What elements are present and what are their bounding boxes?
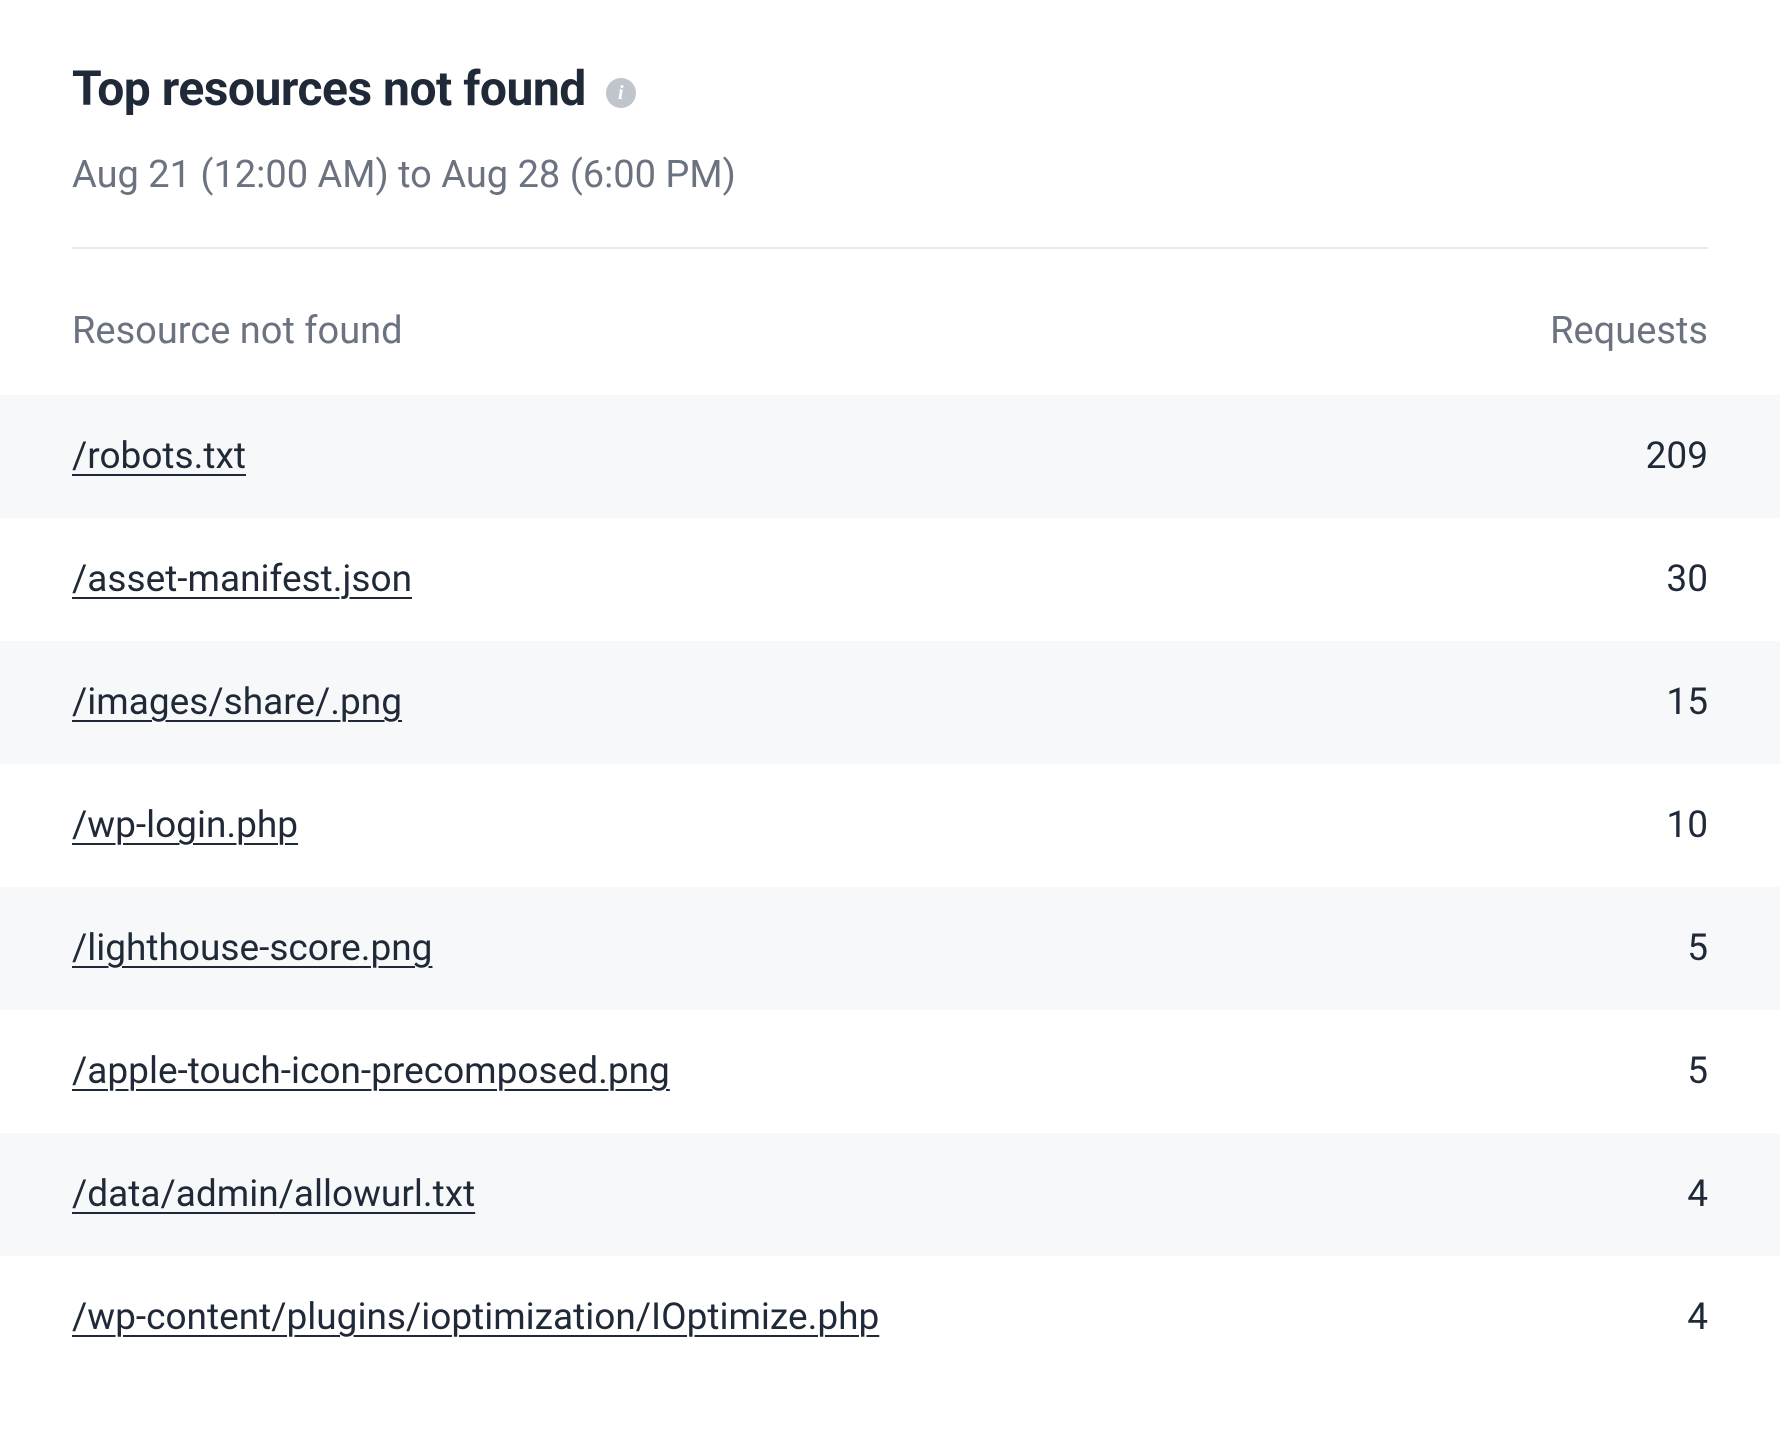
table-row: /data/admin/allowurl.txt 4 (0, 1133, 1780, 1256)
table-row: /robots.txt 209 (0, 395, 1780, 518)
title-row: Top resources not found i (72, 60, 1708, 117)
info-icon[interactable]: i (606, 78, 636, 108)
requests-value: 30 (1666, 558, 1708, 601)
date-range: Aug 21 (12:00 AM) to Aug 28 (6:00 PM) (72, 153, 1708, 197)
requests-value: 10 (1666, 804, 1708, 847)
table-row: /asset-manifest.json 30 (0, 518, 1780, 641)
requests-value: 4 (1687, 1173, 1708, 1216)
resource-link[interactable]: /images/share/.png (72, 681, 402, 724)
requests-value: 5 (1687, 1050, 1708, 1093)
table-row: /wp-content/plugins/ioptimization/IOptim… (0, 1256, 1780, 1379)
resource-link[interactable]: /wp-content/plugins/ioptimization/IOptim… (72, 1296, 879, 1339)
resources-table: Resource not found Requests /robots.txt … (0, 309, 1780, 1379)
resource-link[interactable]: /asset-manifest.json (72, 558, 412, 601)
resources-not-found-card: Top resources not found i Aug 21 (12:00 … (0, 0, 1780, 1430)
resource-link[interactable]: /wp-login.php (72, 804, 298, 847)
resource-link[interactable]: /lighthouse-score.png (72, 927, 432, 970)
resource-link[interactable]: /apple-touch-icon-precomposed.png (72, 1050, 670, 1093)
requests-value: 4 (1687, 1296, 1708, 1339)
column-header-requests: Requests (1550, 309, 1708, 353)
requests-value: 5 (1687, 927, 1708, 970)
requests-value: 209 (1646, 435, 1708, 478)
table-row: /apple-touch-icon-precomposed.png 5 (0, 1010, 1780, 1133)
table-row: /images/share/.png 15 (0, 641, 1780, 764)
table-row: /wp-login.php 10 (0, 764, 1780, 887)
card-title: Top resources not found (72, 60, 586, 117)
divider (72, 247, 1708, 249)
card-header: Top resources not found i Aug 21 (12:00 … (0, 0, 1780, 197)
resource-link[interactable]: /robots.txt (72, 435, 246, 478)
resource-link[interactable]: /data/admin/allowurl.txt (72, 1173, 475, 1216)
requests-value: 15 (1666, 681, 1708, 724)
table-header-row: Resource not found Requests (0, 309, 1780, 395)
column-header-resource: Resource not found (72, 309, 403, 353)
table-row: /lighthouse-score.png 5 (0, 887, 1780, 1010)
